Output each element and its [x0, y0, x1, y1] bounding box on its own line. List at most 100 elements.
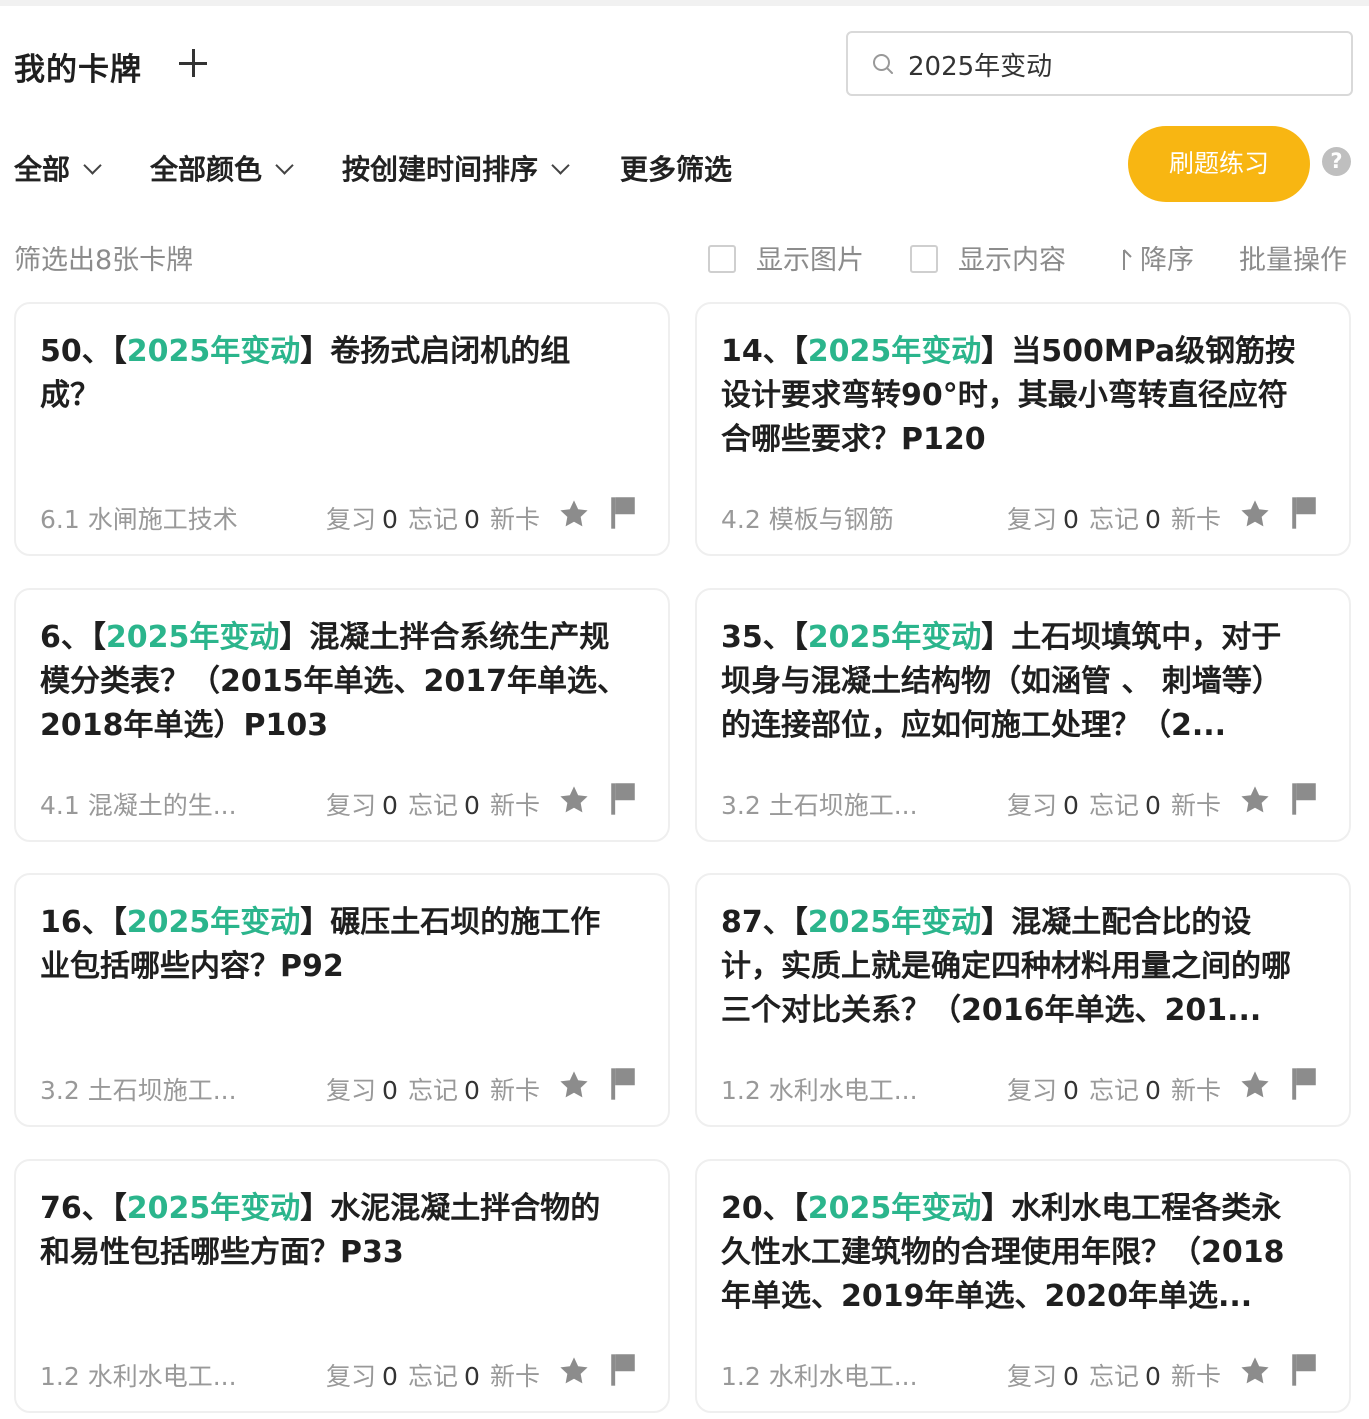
card-tag-close: 】 [981, 1191, 1012, 1226]
card-title: 20、【2025年变动】水利水电工程各类永久性水工建筑物的合理使用年限？（201… [721, 1187, 1311, 1319]
card-tag: 2025年变动 [807, 905, 982, 940]
card-status: 新卡 [1171, 505, 1222, 534]
card-number: 76、 [40, 1191, 112, 1226]
star-icon[interactable] [558, 1069, 590, 1101]
flag-icon[interactable] [608, 1067, 638, 1101]
star-icon[interactable] [558, 784, 590, 816]
card-footer: 4.1 混凝土的生... 复习 0 忘记 0 新卡 [40, 782, 640, 822]
flag-icon[interactable] [1289, 496, 1319, 530]
review-label: 复习 [326, 505, 377, 534]
color-filter-dropdown[interactable]: 全部颜色 [150, 148, 294, 188]
show-images-toggle[interactable]: 显示图片 [708, 238, 864, 277]
star-icon[interactable] [1239, 498, 1271, 530]
review-label: 复习 [326, 1362, 377, 1391]
flag-icon[interactable] [608, 782, 638, 816]
flag-icon[interactable] [1289, 1067, 1319, 1101]
card-chapter: 1.2 水利水电工... [721, 1076, 918, 1105]
sort-dropdown[interactable]: 按创建时间排序 [342, 148, 570, 188]
color-filter-label: 全部颜色 [150, 153, 263, 186]
card-tag-open: 【 [792, 334, 808, 369]
review-stat: 复习 0 [1007, 500, 1079, 536]
search-input[interactable] [908, 43, 1328, 85]
review-stat: 复习 0 [326, 1071, 398, 1107]
show-images-checkbox[interactable] [708, 244, 736, 273]
forget-label: 忘记 [1089, 1362, 1140, 1391]
card-title: 35、【2025年变动】土石坝填筑中，对于坝身与混凝土结构物（如涵管 、 刺墙等… [721, 616, 1311, 748]
batch-operation-label: 批量操作 [1239, 245, 1347, 276]
forget-stat: 忘记 0 [1089, 1071, 1161, 1107]
review-count: 0 [382, 1076, 398, 1105]
card[interactable]: 50、【2025年变动】卷扬式启闭机的组成？ 6.1 水闸施工技术 复习 0 忘记 0 新卡 [14, 302, 670, 556]
review-count: 0 [382, 505, 398, 534]
card-status: 新卡 [490, 791, 541, 820]
card[interactable]: 87、【2025年变动】混凝土配合比的设计，实质上就是确定四种材料用量之间的哪三… [695, 873, 1351, 1127]
star-icon[interactable] [558, 498, 590, 530]
card-status: 新卡 [490, 1076, 541, 1105]
more-filters-button[interactable]: 更多筛选 [620, 148, 732, 188]
card-number: 87、 [721, 905, 793, 940]
chevron-down-icon [275, 156, 294, 175]
card[interactable]: 6、【2025年变动】混凝土拌合系统生产规模分类表？（2015年单选、2017年… [14, 588, 670, 842]
add-card-button[interactable] [174, 40, 214, 84]
help-icon[interactable]: ? [1322, 147, 1351, 176]
review-label: 复习 [326, 791, 377, 820]
card-footer: 1.2 水利水电工... 复习 0 忘记 0 新卡 [721, 1353, 1321, 1393]
card-footer: 4.2 模板与钢筋 复习 0 忘记 0 新卡 [721, 496, 1321, 536]
card-number: 14、 [721, 334, 793, 369]
batch-operation-button[interactable]: 批量操作 [1239, 238, 1347, 277]
forget-label: 忘记 [1089, 791, 1140, 820]
card-chapter: 3.2 土石坝施工... [721, 791, 918, 820]
star-icon[interactable] [1239, 1355, 1271, 1387]
forget-count: 0 [1145, 1362, 1161, 1391]
card-tag-close: 】 [981, 334, 1012, 369]
card-number: 6、 [40, 620, 91, 655]
show-content-checkbox[interactable] [910, 244, 938, 273]
order-label: 降序 [1140, 245, 1194, 276]
forget-stat: 忘记 0 [1089, 500, 1161, 536]
order-toggle[interactable]: 降序 [1120, 238, 1194, 277]
card-chapter: 1.2 水利水电工... [721, 1362, 918, 1391]
card-tag-close: 】 [279, 620, 310, 655]
card-tag: 2025年变动 [126, 1191, 301, 1226]
flag-icon[interactable] [1289, 1353, 1319, 1387]
star-icon[interactable] [1239, 784, 1271, 816]
flag-icon[interactable] [608, 1353, 638, 1387]
more-filters-label: 更多筛选 [620, 153, 733, 186]
card-chapter: 6.1 水闸施工技术 [40, 505, 238, 534]
card[interactable]: 14、【2025年变动】当500MPa级钢筋按设计要求弯转90°时，其最小弯转直… [695, 302, 1351, 556]
flag-icon[interactable] [608, 496, 638, 530]
card[interactable]: 35、【2025年变动】土石坝填筑中，对于坝身与混凝土结构物（如涵管 、 刺墙等… [695, 588, 1351, 842]
forget-stat: 忘记 0 [408, 500, 480, 536]
forget-stat: 忘记 0 [408, 1071, 480, 1107]
show-content-toggle[interactable]: 显示内容 [910, 238, 1066, 277]
card[interactable]: 20、【2025年变动】水利水电工程各类永久性水工建筑物的合理使用年限？（201… [695, 1159, 1351, 1413]
show-content-label: 显示内容 [958, 245, 1066, 276]
card-footer: 1.2 水利水电工... 复习 0 忘记 0 新卡 [721, 1067, 1321, 1107]
card-status: 新卡 [490, 1362, 541, 1391]
card-chapter: 4.1 混凝土的生... [40, 791, 237, 820]
review-count: 0 [382, 1362, 398, 1391]
star-icon[interactable] [1239, 1069, 1271, 1101]
forget-stat: 忘记 0 [1089, 786, 1161, 822]
card-number: 50、 [40, 334, 112, 369]
review-label: 复习 [1007, 505, 1058, 534]
top-strip [0, 0, 1369, 6]
card-status: 新卡 [490, 505, 541, 534]
card-title: 87、【2025年变动】混凝土配合比的设计，实质上就是确定四种材料用量之间的哪三… [721, 901, 1311, 1033]
card-status: 新卡 [1171, 1362, 1222, 1391]
card-tag-open: 【 [792, 620, 808, 655]
review-stat: 复习 0 [326, 1357, 398, 1393]
flag-icon[interactable] [1289, 782, 1319, 816]
practice-button[interactable]: 刷题练习 [1128, 126, 1310, 202]
card[interactable]: 76、【2025年变动】水泥混凝土拌合物的和易性包括哪些方面？P33 1.2 水利… [14, 1159, 670, 1413]
info-bar: 筛选出8张卡牌 显示图片 显示内容 降序 批量操作 [14, 232, 1354, 278]
card-chapter: 3.2 土石坝施工... [40, 1076, 237, 1105]
card-status: 新卡 [1171, 1076, 1222, 1105]
search-box[interactable] [846, 31, 1353, 96]
card-tag: 2025年变动 [126, 334, 301, 369]
sort-order-icon [1123, 249, 1132, 270]
scope-filter-dropdown[interactable]: 全部 [14, 148, 102, 188]
card-title: 14、【2025年变动】当500MPa级钢筋按设计要求弯转90°时，其最小弯转直… [721, 330, 1311, 462]
card[interactable]: 16、【2025年变动】碾压土石坝的施工作业包括哪些内容？P92 3.2 土石坝施… [14, 873, 670, 1127]
star-icon[interactable] [558, 1355, 590, 1387]
